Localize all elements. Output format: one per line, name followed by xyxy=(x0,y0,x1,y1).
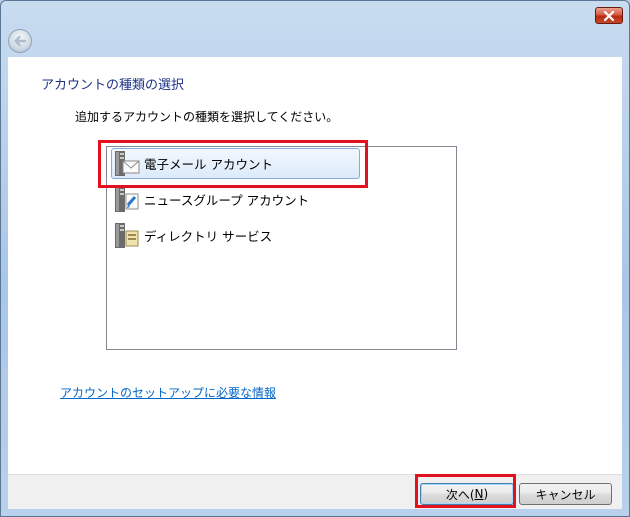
close-button[interactable] xyxy=(595,7,623,24)
list-item-label: ニュースグループ アカウント xyxy=(144,193,310,208)
cancel-button[interactable]: キャンセル xyxy=(519,483,612,505)
back-arrow-icon xyxy=(14,35,27,47)
list-item-email-account[interactable]: 電子メール アカウント xyxy=(111,148,360,179)
directory-service-icon xyxy=(113,222,141,250)
setup-info-link[interactable]: アカウントのセットアップに必要な情報 xyxy=(60,384,276,401)
close-icon xyxy=(603,10,615,21)
wizard-footer: 次へ(N) キャンセル xyxy=(8,474,622,509)
newsgroup-account-icon xyxy=(113,186,141,214)
instruction-text: 追加するアカウントの種類を選択してください。 xyxy=(75,110,339,124)
page-title: アカウントの種類の選択 xyxy=(41,78,185,93)
list-item-label: 電子メール アカウント xyxy=(144,157,273,172)
wizard-content: アカウントの種類の選択 追加するアカウントの種類を選択してください。 電子メール… xyxy=(8,57,622,474)
next-button-label-prefix: 次へ( xyxy=(445,487,475,502)
back-button[interactable] xyxy=(8,29,32,53)
account-type-list[interactable]: 電子メール アカウント ニュースグループ アカウント ディレクトリ サービス xyxy=(106,146,457,350)
list-item-label: ディレクトリ サービス xyxy=(144,229,273,244)
next-button-label-suffix: ) xyxy=(483,487,489,501)
next-button-mnemonic: N xyxy=(474,487,484,501)
list-item-directory-service[interactable]: ディレクトリ サービス xyxy=(111,220,360,251)
next-button[interactable]: 次へ(N) xyxy=(420,483,514,505)
list-item-newsgroup-account[interactable]: ニュースグループ アカウント xyxy=(111,184,360,215)
email-account-icon xyxy=(113,150,141,178)
